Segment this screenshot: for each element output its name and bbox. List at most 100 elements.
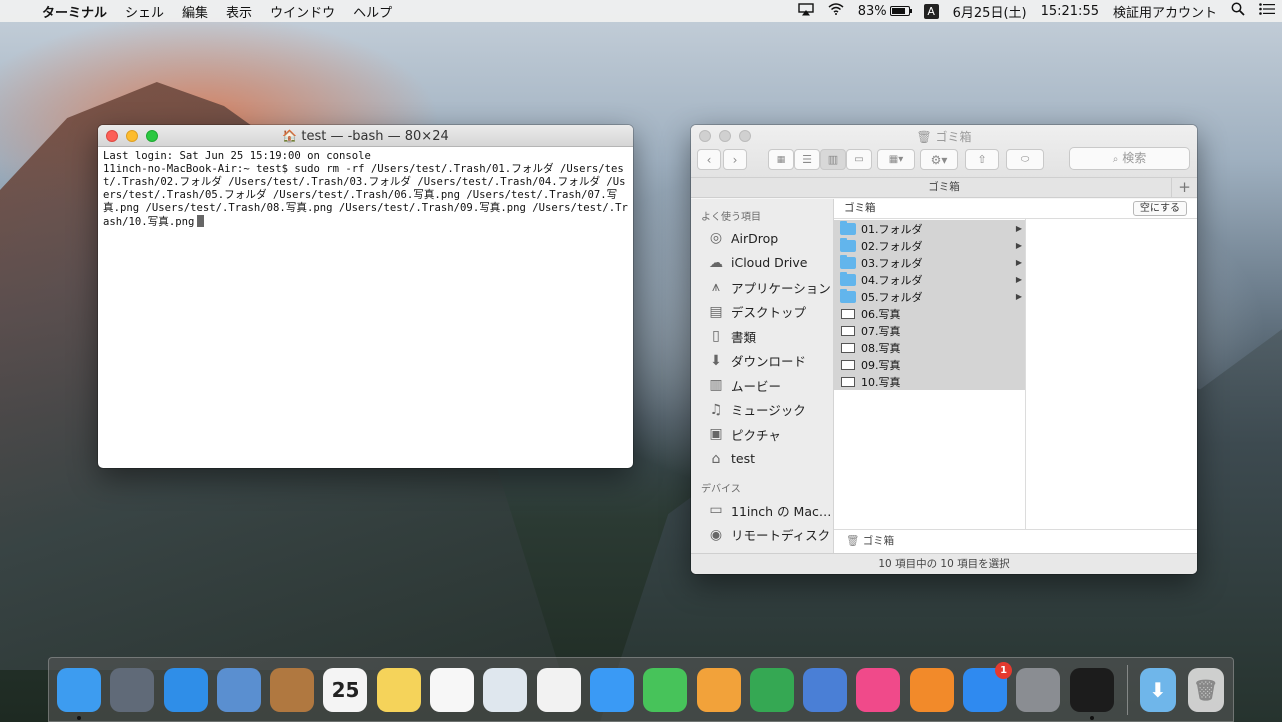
running-indicator bbox=[77, 715, 81, 720]
sidebar-favorite-item[interactable]: ▯ 書類 bbox=[691, 324, 833, 349]
file-row[interactable]: 02.フォルダ ▶ bbox=[834, 237, 1025, 254]
file-row[interactable]: 10.写真 bbox=[834, 373, 1025, 390]
icon-view-button[interactable]: ▦ bbox=[768, 149, 794, 170]
search-field[interactable]: ⌕ 検索 bbox=[1069, 147, 1190, 170]
finder-icon[interactable] bbox=[57, 667, 101, 720]
ibooks-icon[interactable] bbox=[909, 667, 954, 712]
menu-user[interactable]: 検証用アカウント bbox=[1106, 2, 1224, 21]
finder-tab-bar: ゴミ箱 + bbox=[691, 177, 1197, 198]
sidebar-favorite-item[interactable]: ☁ iCloud Drive bbox=[691, 251, 833, 276]
new-tab-button[interactable]: + bbox=[1171, 178, 1197, 197]
finder-title-bar: 🗑 ゴミ箱 bbox=[691, 128, 1197, 145]
terminal-window-controls bbox=[106, 130, 158, 142]
file-row[interactable]: 07.写真 bbox=[834, 322, 1025, 339]
airplay-icon[interactable] bbox=[791, 2, 821, 20]
chevron-right-icon: › bbox=[732, 152, 738, 167]
app-store-icon[interactable]: 1 bbox=[963, 661, 1013, 712]
system-preferences-icon[interactable] bbox=[1016, 667, 1061, 712]
itunes-icon[interactable] bbox=[856, 667, 901, 712]
terminal-titlebar[interactable]: 🏠 test — -bash — 80×24 bbox=[98, 125, 633, 147]
share-icon: ⇧ bbox=[977, 153, 987, 166]
calendar-icon[interactable]: 25 bbox=[323, 667, 368, 712]
file-column: 01.フォルダ ▶ 02.フォルダ ▶ 03.フォルダ ▶ 04.フォルダ ▶ 05.フォルダ ▶… bbox=[834, 219, 1026, 529]
dock-apps: 25 1 bbox=[57, 661, 1123, 720]
terminal-icon[interactable] bbox=[1069, 667, 1114, 720]
pages-icon[interactable] bbox=[696, 667, 741, 712]
menu-edit[interactable]: 編集 bbox=[173, 2, 217, 21]
dock: 25 1 ⬇ 🗑 bbox=[48, 657, 1234, 722]
contacts-icon[interactable] bbox=[270, 667, 315, 712]
menu-extras: 83% A 6月25日(土) 15:21:55 検証用アカウント bbox=[791, 2, 1282, 21]
list-view-button[interactable]: ☰ bbox=[794, 149, 820, 170]
input-method-menu[interactable]: A bbox=[917, 3, 946, 19]
mail-icon[interactable] bbox=[216, 667, 261, 712]
sidebar-favorite-item[interactable]: ▤ デスクトップ bbox=[691, 300, 833, 325]
arrange-button[interactable]: ▦▾ bbox=[877, 149, 915, 170]
notes-icon[interactable] bbox=[376, 667, 421, 712]
share-button[interactable]: ⇧ bbox=[965, 149, 999, 170]
zoom-button[interactable] bbox=[146, 130, 158, 142]
wifi-icon[interactable] bbox=[821, 3, 851, 19]
downloads-stack-icon[interactable]: ⬇ bbox=[1139, 667, 1176, 712]
numbers-icon[interactable] bbox=[749, 667, 794, 712]
preview-icon[interactable] bbox=[483, 667, 528, 712]
launchpad-icon[interactable] bbox=[110, 667, 155, 712]
menu-help[interactable]: ヘルプ bbox=[344, 2, 401, 21]
menu-bar: ターミナル シェル 編集 表示 ウインドウ ヘルプ 83% A 6月25日(土)… bbox=[0, 0, 1282, 22]
finder-content: ゴミ箱 空にする 01.フォルダ ▶ 02.フォルダ ▶ 03.フォルダ ▶ 04.フォルダ… bbox=[834, 199, 1197, 553]
menu-window[interactable]: ウインドウ bbox=[261, 2, 344, 21]
desktop-icon: ▤ bbox=[709, 303, 723, 320]
file-row[interactable]: 03.フォルダ ▶ bbox=[834, 254, 1025, 271]
sidebar-favorite-item[interactable]: ⌂ test bbox=[691, 447, 833, 472]
tab-trash[interactable]: ゴミ箱 bbox=[928, 181, 960, 193]
sidebar-device-item[interactable]: ◉ リモートディスク bbox=[691, 523, 833, 548]
safari-icon[interactable] bbox=[163, 667, 208, 712]
sidebar-favorite-item[interactable]: ◎ AirDrop bbox=[691, 226, 833, 251]
column-view-button[interactable]: ▥ bbox=[820, 149, 846, 170]
cover-flow-button[interactable]: ▭ bbox=[846, 149, 872, 170]
sidebar-favorite-item[interactable]: ▥ ムービー bbox=[691, 373, 833, 398]
file-row[interactable]: 01.フォルダ ▶ bbox=[834, 220, 1025, 237]
action-button[interactable]: ⚙▾ bbox=[920, 149, 958, 170]
terminal-cursor bbox=[197, 215, 205, 227]
file-row[interactable]: 04.フォルダ ▶ bbox=[834, 271, 1025, 288]
sidebar-favorite-item[interactable]: ▣ ピクチャ bbox=[691, 422, 833, 447]
selection-status: 10 項目中の 10 項目を選択 bbox=[878, 558, 1010, 570]
menu-clock[interactable]: 15:21:55 bbox=[1034, 4, 1106, 19]
back-button[interactable]: ‹ bbox=[697, 149, 721, 170]
menu-date[interactable]: 6月25日(土) bbox=[946, 2, 1034, 21]
columns-icon: ▥ bbox=[827, 153, 839, 166]
tags-button[interactable]: ⬭ bbox=[1006, 149, 1044, 170]
sidebar-favorite-item[interactable]: ♫ ミュージック bbox=[691, 398, 833, 423]
keynote-icon[interactable] bbox=[803, 667, 848, 712]
facetime-icon[interactable] bbox=[643, 667, 688, 712]
forward-button[interactable]: › bbox=[723, 149, 747, 170]
menu-app-name[interactable]: ターミナル bbox=[38, 2, 116, 21]
notification-center-icon[interactable] bbox=[1252, 3, 1282, 19]
sidebar-devices: ▭ 11inch の Mac… ◉ リモートディスク bbox=[691, 498, 833, 547]
sidebar-favorite-item-label: 書類 bbox=[731, 329, 757, 345]
gear-icon: ⚙▾ bbox=[930, 152, 948, 167]
reminders-icon[interactable] bbox=[430, 667, 475, 712]
empty-trash-button[interactable]: 空にする bbox=[1132, 201, 1187, 216]
sidebar-device-item[interactable]: ▭ 11inch の Mac… bbox=[691, 498, 833, 523]
file-row[interactable]: 06.写真 bbox=[834, 305, 1025, 322]
file-row[interactable]: 08.写真 bbox=[834, 339, 1025, 356]
file-row[interactable]: 05.フォルダ ▶ bbox=[834, 288, 1025, 305]
battery-status[interactable]: 83% bbox=[851, 4, 917, 19]
trash-dock-icon[interactable]: 🗑 bbox=[1187, 667, 1224, 712]
messages-icon[interactable] bbox=[589, 667, 634, 712]
sidebar-favorite-item[interactable]: ⩚ アプリケーション bbox=[691, 275, 833, 300]
file-name: 10.写真 bbox=[861, 375, 901, 389]
photos-icon[interactable] bbox=[536, 667, 581, 712]
minimize-button[interactable] bbox=[126, 130, 138, 142]
terminal-output[interactable]: Last login: Sat Jun 25 15:19:00 on conso… bbox=[98, 147, 633, 232]
sidebar-favorite-item[interactable]: ⬇ ダウンロード bbox=[691, 349, 833, 374]
file-row[interactable]: 09.写真 bbox=[834, 356, 1025, 373]
music-icon: ♫ bbox=[709, 401, 723, 418]
menu-view[interactable]: 表示 bbox=[217, 2, 261, 21]
close-button[interactable] bbox=[106, 130, 118, 142]
home-folder-icon: 🏠 bbox=[282, 129, 298, 143]
menu-shell[interactable]: シェル bbox=[116, 2, 173, 21]
spotlight-icon[interactable] bbox=[1224, 2, 1252, 20]
